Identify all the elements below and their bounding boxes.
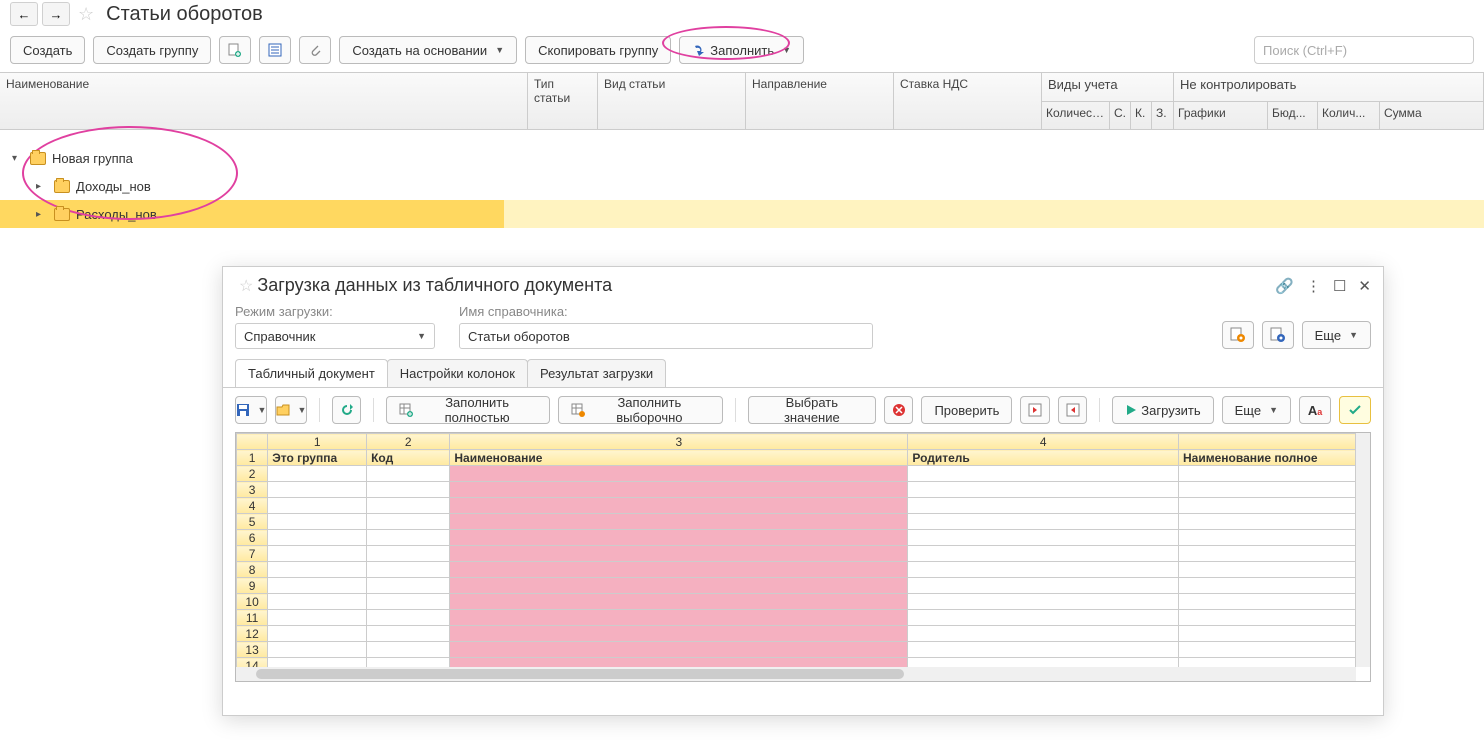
row-num[interactable]: 1 [237,450,268,466]
dialog-title: Загрузка данных из табличного документа [257,275,612,296]
grid-header: Наименование Тип статьи Вид статьи Напра… [0,72,1484,130]
arrow-left-icon: ← [18,7,31,22]
create-based-button[interactable]: Создать на основании ▼ [339,36,517,64]
load-button[interactable]: Загрузить [1112,396,1213,424]
fill-button[interactable]: Заполнить ▼ [679,36,804,64]
more-menu-icon[interactable]: ⋮ [1306,277,1321,295]
more-inner-button[interactable]: Еще ▼ [1222,396,1291,424]
open-button[interactable]: ▼ [275,396,307,424]
col-3[interactable]: 3 [450,434,908,450]
sheet-corner[interactable] [237,434,268,450]
copy-group-button[interactable]: Скопировать группу [525,36,671,64]
vertical-scrollbar[interactable] [1356,433,1370,667]
mode-label: Режим загрузки: [235,304,435,319]
list-view-button[interactable] [259,36,291,64]
save-icon [236,403,250,417]
col-1[interactable]: 1 [268,434,367,450]
clear-button[interactable] [884,396,913,424]
column-napr[interactable]: Направление [746,73,894,129]
prev-col-button[interactable] [1058,396,1087,424]
column-vidy[interactable]: Виды учета Количест... С. К. З. [1042,73,1174,129]
chevron-down-icon: ▼ [782,45,791,55]
link-icon[interactable]: 🔗 [1275,277,1294,295]
name-input[interactable] [459,323,873,349]
maximize-icon[interactable]: ☐ [1333,277,1346,295]
tab-result[interactable]: Результат загрузки [527,359,666,387]
more-button[interactable]: Еще ▼ [1302,321,1371,349]
arrow-right-box-icon [1028,403,1042,417]
page-title: Статьи оборотов [106,3,263,26]
tree-row-income[interactable]: ▸ Доходы_нов [0,172,1484,200]
next-col-button[interactable] [1020,396,1049,424]
copy-button[interactable] [219,36,251,64]
column-nekontr[interactable]: Не контролировать Графики Бюд... Колич..… [1174,73,1484,129]
clear-icon [892,403,906,417]
search-input[interactable] [1254,36,1474,64]
horizontal-scrollbar[interactable] [236,667,1356,681]
check-button[interactable]: Проверить [921,396,1012,424]
favorite-star-icon[interactable]: ☆ [239,276,253,296]
column-tip[interactable]: Тип статьи [528,73,598,129]
gear-doc-blue-icon [1270,327,1286,343]
list-icon [268,43,282,57]
tree: ▾ Новая группа ▸ Доходы_нов ▸ Расходы_но… [0,130,1484,228]
checkbox-toggle[interactable] [1339,396,1371,424]
fill-arrow-icon [692,43,706,57]
column-stavka[interactable]: Ставка НДС [894,73,1042,129]
spreadsheet[interactable]: 1 2 3 4 1 Это группа Код Наименование Ро… [235,432,1371,682]
forward-button[interactable]: → [42,2,70,26]
font-icon: Aa [1308,403,1322,418]
font-button[interactable]: Aa [1299,396,1331,424]
folder-icon [54,208,70,221]
play-icon [1125,404,1137,416]
attach-button[interactable] [299,36,331,64]
table-plus-icon [399,403,413,417]
pick-value-button[interactable]: Выбрать значение [748,396,876,424]
col-4[interactable]: 4 [908,434,1179,450]
col-2[interactable]: 2 [367,434,450,450]
chevron-down-icon: ▼ [417,331,426,341]
tab-tabdoc[interactable]: Табличный документ [235,359,388,387]
chevron-down-icon: ▼ [1269,405,1278,415]
tree-row-group[interactable]: ▾ Новая группа [0,144,1484,172]
close-icon[interactable]: ✕ [1358,277,1371,295]
col-5[interactable] [1179,434,1356,450]
chevron-down-icon: ▼ [495,45,504,55]
column-name[interactable]: Наименование [0,73,528,129]
create-button[interactable]: Создать [10,36,85,64]
tree-row-expense[interactable]: ▸ Расходы_нов [0,200,504,228]
document-plus-icon [228,43,242,57]
load-dialog: ☆ Загрузка данных из табличного документ… [222,266,1384,716]
paperclip-icon [308,43,322,57]
expand-icon[interactable]: ▸ [36,181,48,192]
tab-cols[interactable]: Настройки колонок [387,359,528,387]
refresh-button[interactable] [332,396,361,424]
table-check-icon [571,403,585,417]
folder-open-icon [276,403,290,417]
chevron-down-icon: ▼ [298,405,307,415]
collapse-icon[interactable]: ▾ [12,153,24,164]
back-button[interactable]: ← [10,2,38,26]
gear-doc-icon [1230,327,1246,343]
folder-icon [30,152,46,165]
tabs: Табличный документ Настройки колонок Рез… [235,359,1371,387]
settings-button-2[interactable] [1262,321,1294,349]
chevron-down-icon: ▼ [1349,330,1358,340]
expand-icon[interactable]: ▸ [36,209,48,220]
check-icon [1348,403,1362,417]
name-label: Имя справочника: [459,304,873,319]
save-button[interactable]: ▼ [235,396,267,424]
refresh-icon [340,403,354,417]
chevron-down-icon: ▼ [258,405,267,415]
column-vid[interactable]: Вид статьи [598,73,746,129]
folder-icon [54,180,70,193]
settings-button-1[interactable] [1222,321,1254,349]
fill-sel-button[interactable]: Заполнить выборочно [558,396,723,424]
create-group-button[interactable]: Создать группу [93,36,211,64]
favorite-star-icon[interactable]: ☆ [78,4,94,25]
arrow-right-icon: → [50,7,63,22]
mode-select[interactable]: Справочник ▼ [235,323,435,349]
arrow-left-box-icon [1066,403,1080,417]
fill-full-button[interactable]: Заполнить полностью [386,396,550,424]
